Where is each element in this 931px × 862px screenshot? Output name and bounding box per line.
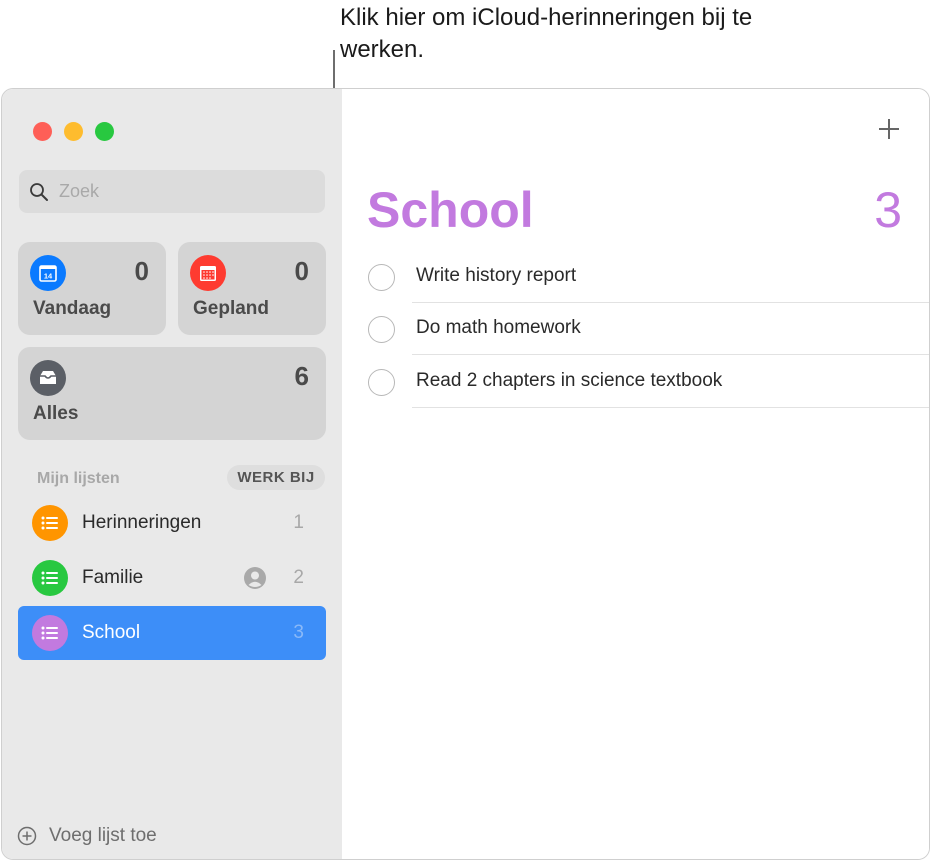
smart-list-count: 0 xyxy=(294,256,309,286)
list-total-count: 3 xyxy=(874,182,902,238)
task-separator xyxy=(412,354,929,355)
add-list-label: Voeg lijst toe xyxy=(49,825,157,846)
list-bullet-icon xyxy=(32,505,68,541)
task-checkbox[interactable] xyxy=(368,264,395,291)
search-input[interactable] xyxy=(59,181,299,202)
list-label: School xyxy=(82,622,141,643)
smart-list-all[interactable]: 6 Alles xyxy=(18,347,326,440)
task-title[interactable]: Write history report xyxy=(416,265,576,287)
smart-list-label: Gepland xyxy=(193,298,270,319)
list-content: School 3 Write history report Do math ho… xyxy=(342,89,929,859)
minimize-window-button[interactable] xyxy=(64,122,83,141)
sidebar: 14 0 Vandaag 0 Gepland xyxy=(2,89,342,859)
task-separator xyxy=(412,407,929,408)
task-row: Do math homework xyxy=(342,303,929,355)
add-list-button[interactable]: Voeg lijst toe xyxy=(17,825,157,847)
shared-person-icon xyxy=(244,567,266,589)
calendar-day-number: 14 xyxy=(44,272,53,281)
my-lists-header: Mijn lijsten xyxy=(37,470,120,487)
maximize-window-button[interactable] xyxy=(95,122,114,141)
calendar-scheduled-icon xyxy=(190,255,226,291)
add-reminder-button[interactable] xyxy=(877,117,901,141)
smart-list-today[interactable]: 14 0 Vandaag xyxy=(18,242,166,335)
smart-list-count: 6 xyxy=(294,361,309,391)
list-bullet-icon xyxy=(32,615,68,651)
search-icon xyxy=(30,182,48,201)
task-row: Read 2 chapters in science textbook xyxy=(342,356,929,408)
list-label: Familie xyxy=(82,567,144,588)
list-label: Herinneringen xyxy=(82,512,202,533)
smart-list-count: 0 xyxy=(134,256,149,286)
update-icloud-button[interactable]: WERK BIJ xyxy=(227,465,325,490)
list-count: 2 xyxy=(293,567,304,588)
sidebar-list-herinneringen[interactable]: Herinneringen 1 xyxy=(18,496,326,550)
task-checkbox[interactable] xyxy=(368,316,395,343)
callout-annotation: Klik hier om iCloud-herinneringen bij te… xyxy=(340,4,753,63)
list-title: School xyxy=(367,182,534,238)
tray-icon xyxy=(30,360,66,396)
smart-list-scheduled[interactable]: 0 Gepland xyxy=(178,242,326,335)
smart-list-label: Vandaag xyxy=(33,298,112,319)
list-count: 3 xyxy=(293,622,304,643)
task-row: Write history report xyxy=(342,251,929,303)
calendar-today-icon: 14 xyxy=(30,255,66,291)
close-window-button[interactable] xyxy=(33,122,52,141)
sidebar-list-school[interactable]: School 3 xyxy=(18,606,326,660)
reminders-window: 14 0 Vandaag 0 Gepland xyxy=(1,88,930,860)
list-bullet-icon xyxy=(32,560,68,596)
list-count: 1 xyxy=(293,512,304,533)
task-title[interactable]: Read 2 chapters in science textbook xyxy=(416,370,722,392)
search-field[interactable] xyxy=(19,170,325,213)
plus-circle-icon xyxy=(17,826,37,846)
task-title[interactable]: Do math homework xyxy=(416,317,581,339)
smart-list-label: Alles xyxy=(33,403,79,424)
task-checkbox[interactable] xyxy=(368,369,395,396)
sidebar-list-familie[interactable]: Familie 2 xyxy=(18,551,326,605)
